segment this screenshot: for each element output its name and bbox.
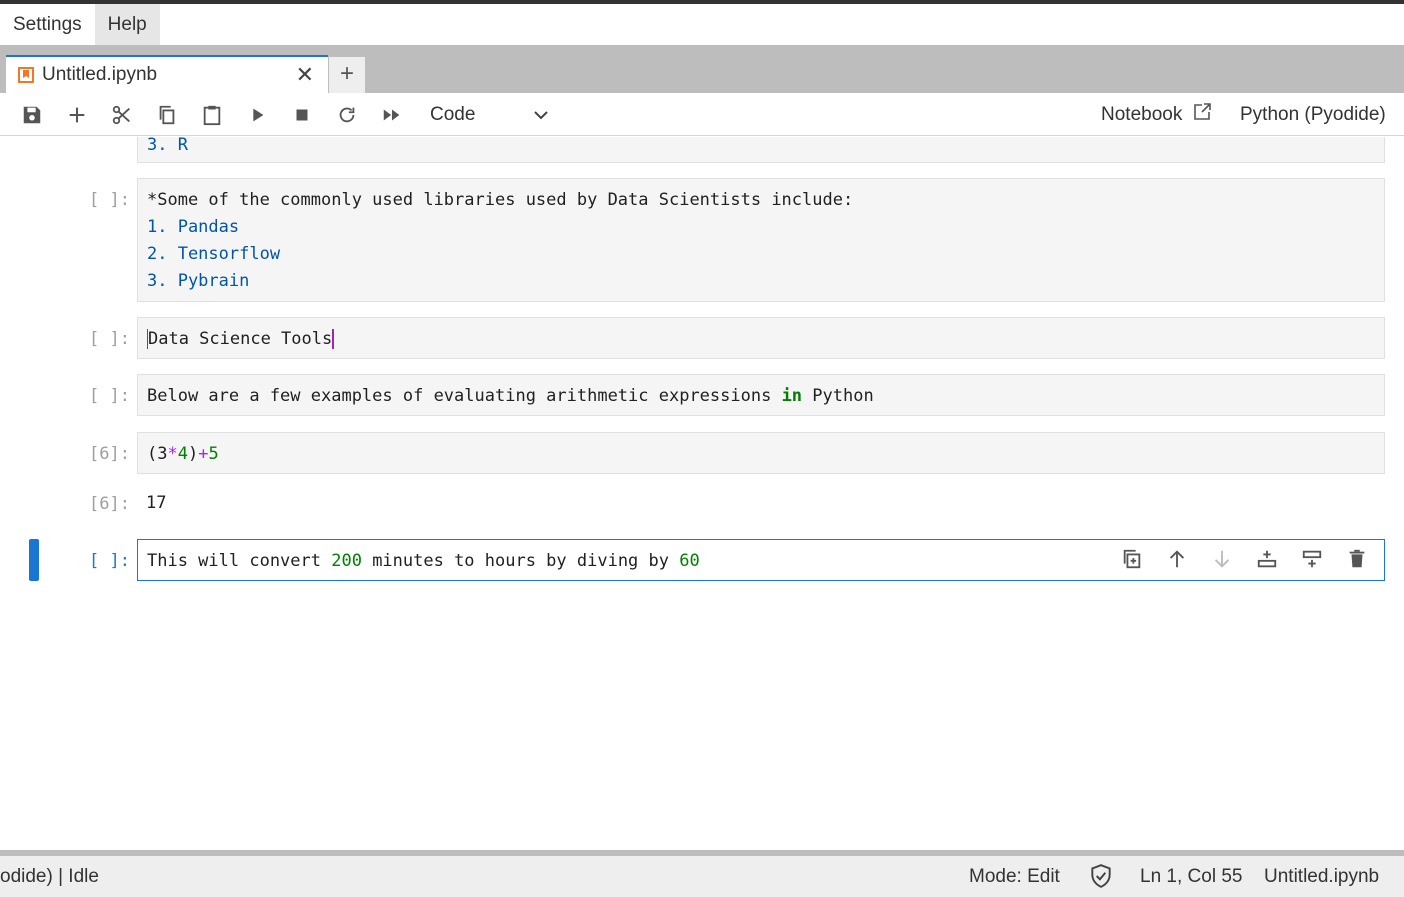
shield-check-icon[interactable] — [1088, 863, 1114, 896]
cell-type-select[interactable]: Code — [430, 101, 550, 129]
menu-bar: Settings Help — [0, 4, 1404, 45]
close-icon[interactable]: ✕ — [296, 64, 314, 86]
open-notebook-button[interactable]: Notebook — [1101, 101, 1212, 131]
kernel-status[interactable]: odide) | Idle — [0, 865, 99, 889]
save-icon[interactable] — [19, 102, 45, 128]
number-token: 4 — [177, 444, 188, 464]
cell-prompt: [ ]: — [89, 551, 130, 571]
keyword-token: in — [781, 386, 803, 406]
run-icon[interactable] — [244, 102, 270, 128]
notebook-toolbar: Code Notebook Python (Pyodide) — [0, 93, 1404, 136]
text-segment: Python — [802, 386, 874, 406]
cell-type-value: Code — [430, 104, 476, 125]
cell-editor[interactable]: *Some of the commonly used libraries use… — [137, 178, 1385, 302]
cell-editor[interactable]: (3*4)+5 — [137, 432, 1385, 474]
copy-icon[interactable] — [154, 102, 180, 128]
cell-prompt: [ ]: — [89, 386, 130, 406]
notebook-panel: 3. R [ ]: *Some of the commonly used lib… — [6, 137, 1404, 850]
cell-editor[interactable]: 3. R — [137, 137, 1385, 163]
list-item: 2. Tensorflow — [147, 244, 281, 264]
text-line: Data Science Tools — [148, 329, 333, 349]
duplicate-icon[interactable] — [1119, 546, 1145, 572]
cell-prompt: [6]: — [89, 444, 130, 464]
fast-forward-icon[interactable] — [379, 102, 405, 128]
notebook-tab[interactable]: Untitled.ipynb ✕ — [6, 55, 328, 93]
text-segment: Below are a few examples of evaluating a… — [147, 386, 782, 406]
code-token: ) — [187, 444, 199, 464]
number-token: 5 — [208, 444, 219, 464]
code-token: (3 — [147, 444, 168, 464]
cell-editor[interactable]: Data Science Tools — [137, 317, 1385, 359]
trash-icon[interactable] — [1344, 546, 1370, 572]
notebook-label: Notebook — [1101, 104, 1183, 125]
tab-title: Untitled.ipynb — [42, 64, 158, 85]
text-segment: This will convert — [147, 551, 332, 571]
cell-toolbar — [1119, 546, 1370, 572]
cursor-position[interactable]: Ln 1, Col 55 — [1140, 865, 1242, 889]
mode-indicator: Mode: Edit — [969, 866, 1060, 887]
number-token: 200 — [331, 551, 362, 571]
status-bar: odide) | Idle Mode: Edit Ln 1, Col 55 Un… — [0, 856, 1404, 897]
list-item: 3. Pybrain — [147, 271, 250, 291]
add-icon[interactable] — [64, 102, 90, 128]
operator-token: * — [167, 444, 178, 464]
cell-prompt: [ ]: — [89, 329, 130, 349]
cell-editor[interactable]: This will convert 200 minutes to hours b… — [137, 539, 1385, 581]
notebook-icon — [18, 67, 34, 83]
file-name: Untitled.ipynb — [1264, 866, 1380, 887]
text-line: *Some of the commonly used libraries use… — [147, 190, 854, 210]
tab-bar: Untitled.ipynb ✕ + — [0, 45, 1404, 93]
kernel-name[interactable]: Python (Pyodide) — [1240, 101, 1386, 129]
stop-icon[interactable] — [289, 102, 315, 128]
add-tab-button[interactable]: + — [329, 57, 365, 93]
restart-icon[interactable] — [334, 102, 360, 128]
output-value: 17 — [146, 493, 167, 513]
bracket-highlight — [332, 329, 335, 349]
cut-icon[interactable] — [109, 102, 135, 128]
list-item: 1. Pandas — [147, 217, 240, 237]
insert-above-icon[interactable] — [1299, 546, 1325, 572]
operator-token: + — [198, 444, 209, 464]
text-segment: minutes to hours by diving by — [361, 551, 680, 571]
external-link-icon — [1192, 102, 1212, 131]
chevron-down-icon — [532, 101, 550, 138]
arrow-down-icon[interactable] — [1209, 546, 1235, 572]
number-token: 60 — [679, 551, 700, 571]
menu-help[interactable]: Help — [94, 4, 160, 45]
insert-below-icon[interactable] — [1254, 546, 1280, 572]
list-item: 3. R — [147, 137, 188, 155]
menu-settings[interactable]: Settings — [0, 4, 95, 45]
cell-prompt: [ ]: — [89, 190, 130, 210]
cell-editor[interactable]: Below are a few examples of evaluating a… — [137, 374, 1385, 416]
output-prompt: [6]: — [89, 494, 130, 514]
arrow-up-icon[interactable] — [1164, 546, 1190, 572]
paste-icon[interactable] — [199, 102, 225, 128]
